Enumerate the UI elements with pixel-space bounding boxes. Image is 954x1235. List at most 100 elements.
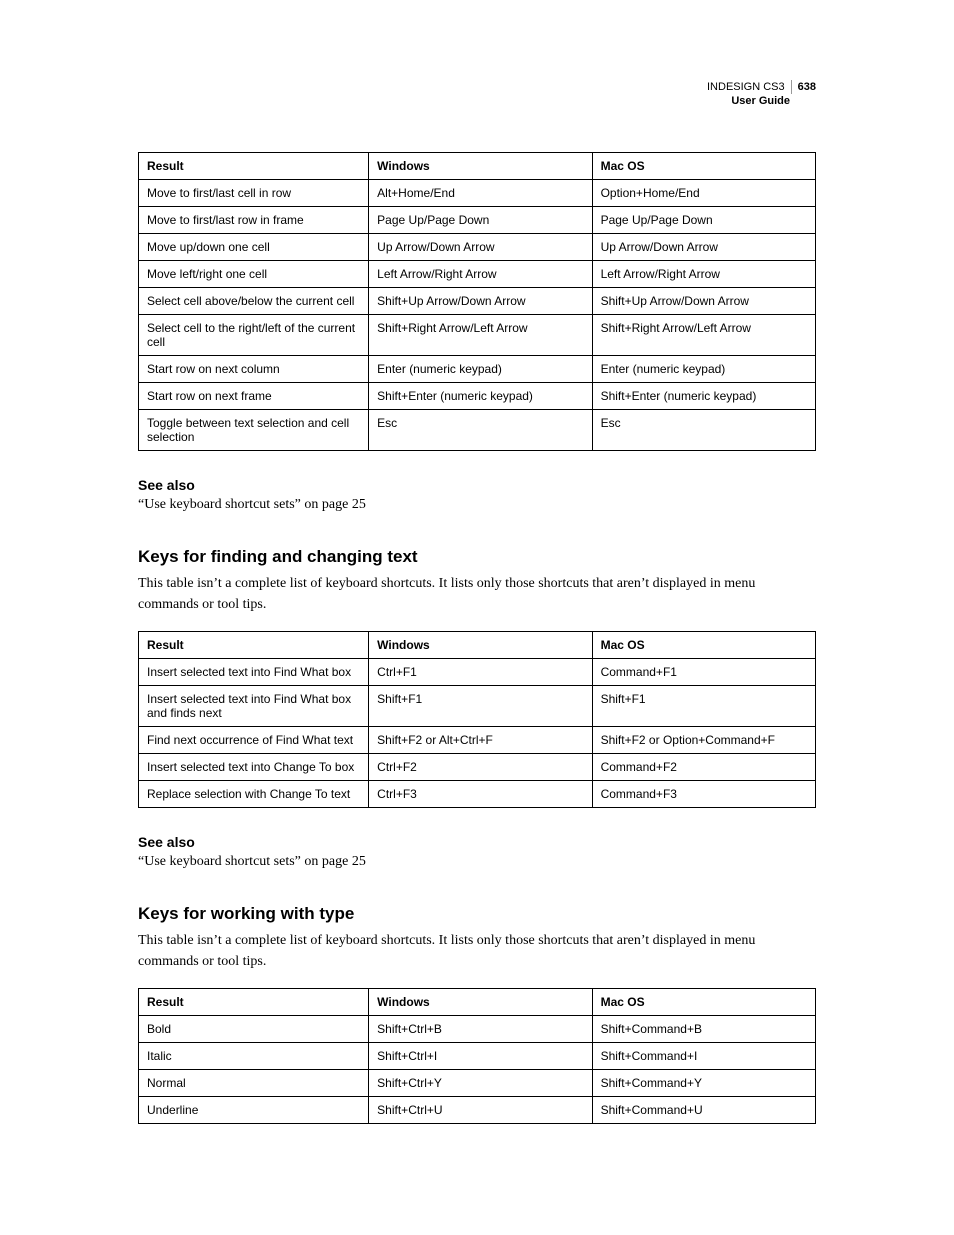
table-cell: Ctrl+F3 [369,781,592,808]
section-title-type: Keys for working with type [138,904,816,924]
col-header-macos: Mac OS [592,153,815,180]
table-cell: Shift+Command+B [592,1016,815,1043]
table-cell: Insert selected text into Find What box [139,659,369,686]
table-cell: Select cell above/below the current cell [139,288,369,315]
table-row: Start row on next frameShift+Enter (nume… [139,383,816,410]
col-header-result: Result [139,989,369,1016]
table-header-row: Result Windows Mac OS [139,153,816,180]
table-row: Select cell above/below the current cell… [139,288,816,315]
table-cell: Shift+Up Arrow/Down Arrow [369,288,592,315]
table-cell: Up Arrow/Down Arrow [592,234,815,261]
table-row: Replace selection with Change To textCtr… [139,781,816,808]
col-header-windows: Windows [369,632,592,659]
table-cell: Bold [139,1016,369,1043]
table-cell: Normal [139,1070,369,1097]
table-cell: Shift+Ctrl+I [369,1043,592,1070]
table-cell: Underline [139,1097,369,1124]
table-cell: Command+F1 [592,659,815,686]
table-cell: Move to first/last row in frame [139,207,369,234]
table-cell: Replace selection with Change To text [139,781,369,808]
table-cell: Italic [139,1043,369,1070]
table-row: Select cell to the right/left of the cur… [139,315,816,356]
col-header-windows: Windows [369,989,592,1016]
table-cell: Move to first/last cell in row [139,180,369,207]
table-cell: Shift+Command+U [592,1097,815,1124]
table-header-row: Result Windows Mac OS [139,632,816,659]
table-cell: Shift+Right Arrow/Left Arrow [592,315,815,356]
table-row: Insert selected text into Find What box … [139,686,816,727]
table-cell: Shift+Enter (numeric keypad) [369,383,592,410]
table-cell: Toggle between text selection and cell s… [139,410,369,451]
table-cell: Alt+Home/End [369,180,592,207]
see-also-link: “Use keyboard shortcut sets” on page 25 [138,854,816,870]
table-cell: Shift+F1 [592,686,815,727]
table-cell: Move up/down one cell [139,234,369,261]
section-intro: This table isn’t a complete list of keyb… [138,930,816,972]
table-cell: Shift+Command+Y [592,1070,815,1097]
table-cell: Command+F3 [592,781,815,808]
col-header-result: Result [139,632,369,659]
section-title-find-change: Keys for finding and changing text [138,547,816,567]
table-row: Toggle between text selection and cell s… [139,410,816,451]
shortcut-table-navigation: Result Windows Mac OS Move to first/last… [138,152,816,451]
table-row: Move to first/last cell in rowAlt+Home/E… [139,180,816,207]
table-cell: Ctrl+F2 [369,754,592,781]
document-page: INDESIGN CS3638 User Guide Result Window… [0,0,954,1235]
table-cell: Page Up/Page Down [592,207,815,234]
table-cell: Ctrl+F1 [369,659,592,686]
table-cell: Shift+F1 [369,686,592,727]
table-row: Move up/down one cellUp Arrow/Down Arrow… [139,234,816,261]
col-header-macos: Mac OS [592,632,815,659]
see-also-heading: See also [138,834,816,850]
section-intro: This table isn’t a complete list of keyb… [138,573,816,615]
table-cell: Shift+Ctrl+B [369,1016,592,1043]
table-cell: Shift+Enter (numeric keypad) [592,383,815,410]
guide-label: User Guide [707,94,816,108]
table-row: ItalicShift+Ctrl+IShift+Command+I [139,1043,816,1070]
table-cell: Shift+Ctrl+U [369,1097,592,1124]
table-cell: Shift+Command+I [592,1043,815,1070]
table-cell: Up Arrow/Down Arrow [369,234,592,261]
table-header-row: Result Windows Mac OS [139,989,816,1016]
col-header-windows: Windows [369,153,592,180]
col-header-macos: Mac OS [592,989,815,1016]
table-cell: Shift+F2 or Option+Command+F [592,727,815,754]
table-cell: Shift+Ctrl+Y [369,1070,592,1097]
table-cell: Esc [592,410,815,451]
table-cell: Shift+Right Arrow/Left Arrow [369,315,592,356]
table-row: UnderlineShift+Ctrl+UShift+Command+U [139,1097,816,1124]
table-row: Move left/right one cellLeft Arrow/Right… [139,261,816,288]
page-number: 638 [792,81,816,93]
table-row: NormalShift+Ctrl+YShift+Command+Y [139,1070,816,1097]
shortcut-table-type: Result Windows Mac OS BoldShift+Ctrl+BSh… [138,988,816,1124]
table-row: Insert selected text into Change To boxC… [139,754,816,781]
table-cell: Select cell to the right/left of the cur… [139,315,369,356]
table-cell: Enter (numeric keypad) [369,356,592,383]
table-cell: Esc [369,410,592,451]
product-name: INDESIGN CS3 [707,80,792,94]
table-cell: Move left/right one cell [139,261,369,288]
page-content: Result Windows Mac OS Move to first/last… [138,152,816,1124]
table-row: Find next occurrence of Find What textSh… [139,727,816,754]
table-cell: Insert selected text into Find What box … [139,686,369,727]
table-cell: Command+F2 [592,754,815,781]
see-also-link: “Use keyboard shortcut sets” on page 25 [138,497,816,513]
table-cell: Option+Home/End [592,180,815,207]
table-cell: Left Arrow/Right Arrow [369,261,592,288]
table-cell: Left Arrow/Right Arrow [592,261,815,288]
table-cell: Shift+F2 or Alt+Ctrl+F [369,727,592,754]
table-row: Insert selected text into Find What boxC… [139,659,816,686]
table-row: Move to first/last row in framePage Up/P… [139,207,816,234]
table-cell: Page Up/Page Down [369,207,592,234]
table-cell: Insert selected text into Change To box [139,754,369,781]
table-row: Start row on next columnEnter (numeric k… [139,356,816,383]
table-cell: Start row on next frame [139,383,369,410]
see-also-heading: See also [138,477,816,493]
table-cell: Shift+Up Arrow/Down Arrow [592,288,815,315]
running-header: INDESIGN CS3638 User Guide [707,80,816,109]
table-cell: Enter (numeric keypad) [592,356,815,383]
table-cell: Find next occurrence of Find What text [139,727,369,754]
col-header-result: Result [139,153,369,180]
table-cell: Start row on next column [139,356,369,383]
shortcut-table-find-change: Result Windows Mac OS Insert selected te… [138,631,816,808]
